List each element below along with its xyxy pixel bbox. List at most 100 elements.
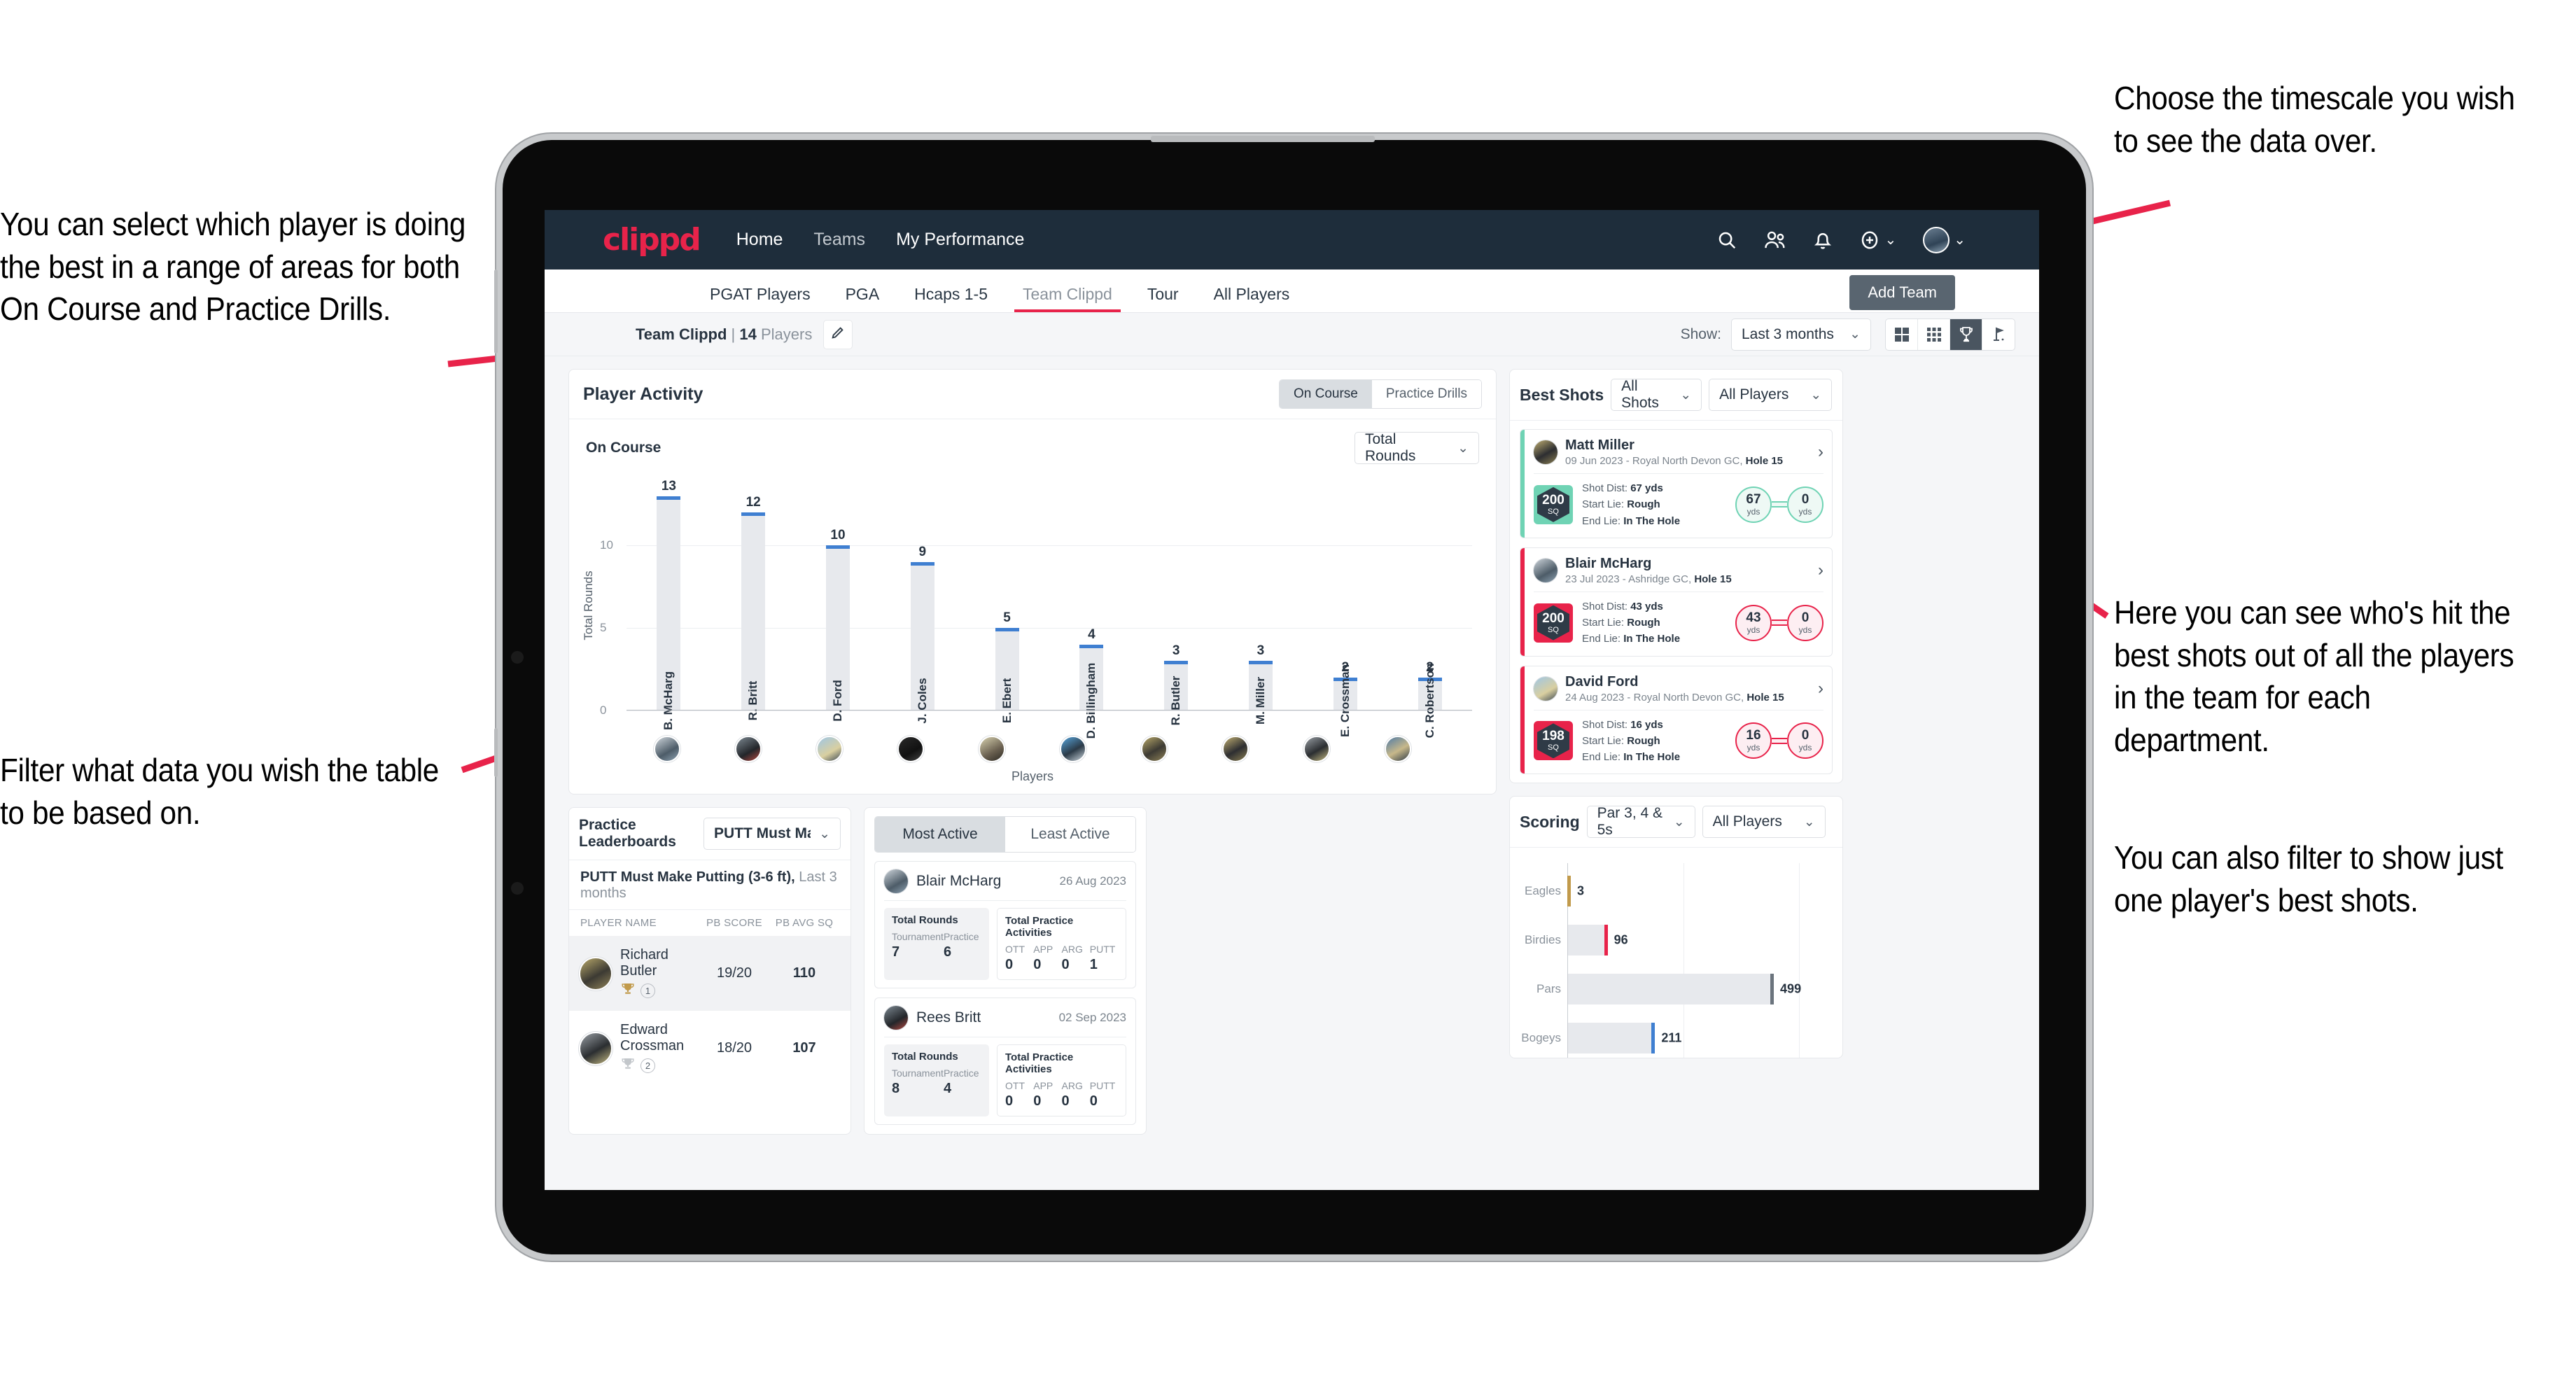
avatar[interactable]: [1141, 736, 1168, 762]
chart-bar[interactable]: 10 D. Ford: [825, 528, 850, 722]
chart-bar[interactable]: 2 C. Robertson: [1418, 660, 1442, 738]
volume-button[interactable]: [494, 270, 498, 354]
table-row[interactable]: Edward Crossman 2 18/20 107: [569, 1011, 850, 1086]
nav-link-teams[interactable]: Teams: [813, 230, 865, 250]
shot-quality-badge: 200 SQ: [1534, 484, 1573, 524]
bell-icon[interactable]: [1813, 230, 1833, 251]
people-icon[interactable]: [1764, 230, 1786, 251]
column-pb-avg-sq: PB AVG SQ: [775, 917, 834, 929]
chart-bar[interactable]: 4 D. Billingham: [1079, 627, 1104, 738]
chevron-right-icon[interactable]: ›: [1812, 442, 1823, 462]
shot-meta: 23 Jul 2023 - Ashridge GC, Hole 15: [1565, 573, 1732, 585]
avatar[interactable]: [654, 736, 680, 762]
shot-end-value: 0: [1801, 491, 1809, 507]
best-shot-card[interactable]: David Ford 24 Aug 2023 - Royal North Dev…: [1520, 665, 1833, 775]
segment-practice-drills[interactable]: Practice Drills: [1371, 380, 1481, 408]
tab-most-active[interactable]: Most Active: [875, 817, 1005, 852]
player-avatar-slot: [1357, 736, 1438, 762]
tab-pga[interactable]: PGA: [834, 285, 891, 312]
scoring-par-select[interactable]: Par 3, 4 & 5s ⌄: [1586, 805, 1695, 839]
chart-bar-value: 3: [1256, 643, 1265, 659]
best-shot-card[interactable]: Blair McHarg 23 Jul 2023 - Ashridge GC, …: [1520, 547, 1833, 657]
chart-bar[interactable]: 3 M. Miller: [1248, 643, 1273, 724]
avatar[interactable]: [1060, 736, 1086, 762]
avatar[interactable]: [979, 736, 1005, 762]
scoring-bar-tip: [1770, 974, 1774, 1005]
avatar[interactable]: [735, 736, 762, 762]
chart-bar[interactable]: 3 R. Butler: [1164, 643, 1189, 725]
search-icon[interactable]: [1716, 230, 1737, 251]
shot-date: 23 Jul 2023: [1565, 573, 1620, 585]
shot-date: 09 Jun 2023: [1565, 455, 1623, 467]
avatar: [580, 1032, 611, 1064]
avatar[interactable]: ⌄: [1923, 226, 1966, 253]
table-row[interactable]: Richard Butler 1 19/20 110: [569, 936, 850, 1011]
practice-leaderboards-card: Practice Leaderboards PUTT Must Make Put…: [568, 807, 851, 1135]
tab-least-active[interactable]: Least Active: [1005, 817, 1135, 852]
stat-value: 0: [1005, 1093, 1014, 1109]
segment-on-course[interactable]: On Course: [1280, 380, 1372, 408]
scoring-player-select[interactable]: All Players ⌄: [1702, 806, 1826, 839]
stat-key: Practice: [943, 931, 979, 942]
chevron-right-icon[interactable]: ›: [1812, 561, 1823, 580]
chart-bar-value: 5: [1003, 610, 1011, 626]
annotation-right-bottom: You can also filter to show just one pla…: [2114, 839, 2503, 918]
stat-value: 7: [892, 944, 900, 960]
shot-course: Royal North Devon GC,: [1632, 455, 1743, 467]
total-practice-title: Total Practice Activities: [1005, 1051, 1074, 1075]
metric-select[interactable]: Total Rounds ⌄: [1354, 431, 1479, 464]
avatar[interactable]: [897, 736, 924, 762]
chart-bar[interactable]: 9 J. Coles: [910, 545, 934, 724]
avatar[interactable]: [1222, 736, 1249, 762]
best-shots-type-select[interactable]: All Shots ⌄: [1611, 378, 1702, 411]
list-item[interactable]: Rees Britt 02 Sep 2023 Total Rounds Tour…: [874, 997, 1136, 1125]
clippd-logo[interactable]: clippd: [603, 222, 701, 258]
tab-hcaps-1-5[interactable]: Hcaps 1-5: [903, 285, 999, 312]
scoring-bar-row[interactable]: Birdies 96: [1525, 925, 1628, 956]
scoring-bar-row[interactable]: Eagles 3: [1525, 876, 1584, 907]
tab-tour[interactable]: Tour: [1136, 285, 1190, 312]
best-shots-player-select[interactable]: All Players ⌄: [1709, 379, 1833, 411]
leaderboard-drill-name: PUTT Must Make Putting (3-6 ft),: [580, 869, 795, 885]
chart-bar[interactable]: 5 E. Ebert: [995, 610, 1019, 723]
player-avatar-slot: [1032, 736, 1114, 762]
stat-value: 0: [1061, 957, 1070, 972]
shot-start-value: 67: [1746, 491, 1761, 507]
timescale-select[interactable]: Last 3 months ⌄: [1731, 318, 1871, 351]
best-shot-card[interactable]: Matt Miller 09 Jun 2023 - Royal North De…: [1520, 429, 1833, 538]
avatar[interactable]: [816, 736, 843, 762]
grid-3x3-icon[interactable]: [1918, 318, 1950, 350]
shot-quality-unit: SQ: [1548, 507, 1559, 516]
chart-bar-label: B. McHarg: [662, 671, 676, 731]
golf-flag-icon[interactable]: [1982, 319, 2015, 350]
trophy-icon[interactable]: [1950, 318, 1982, 350]
scoring-bar-row[interactable]: Pars 499: [1536, 974, 1801, 1005]
nav-link-home[interactable]: Home: [736, 230, 783, 250]
grid-2x2-icon[interactable]: [1886, 318, 1918, 350]
drill-select[interactable]: PUTT Must Make Putting ... ⌄: [704, 818, 841, 850]
chevron-down-icon: ⌄: [1810, 387, 1822, 402]
edit-team-button[interactable]: [823, 319, 853, 349]
list-item[interactable]: Blair McHarg 26 Aug 2023 Total Rounds To…: [874, 861, 1136, 988]
chart-bar-label: D. Ford: [830, 680, 844, 722]
chevron-right-icon[interactable]: ›: [1812, 679, 1823, 699]
tab-all-players[interactable]: All Players: [1203, 285, 1301, 312]
chart-bar[interactable]: 2 E. Crossman: [1333, 660, 1357, 737]
nav-link-my-performance[interactable]: My Performance: [896, 230, 1024, 250]
scoring-bar-row[interactable]: Bogeys 211: [1521, 1023, 1681, 1054]
shot-quality-value: 200: [1542, 610, 1564, 626]
cell-pb-score: 19/20: [716, 965, 752, 981]
chart-bar[interactable]: 13 B. McHarg: [657, 479, 681, 730]
avatar: [1534, 440, 1558, 464]
avatar[interactable]: [1303, 736, 1330, 762]
annotation-left-top: You can select which player is doing the…: [0, 206, 466, 328]
tab-team-clippd[interactable]: Team Clippd: [1011, 285, 1124, 312]
shot-meta: 09 Jun 2023 - Royal North Devon GC, Hole…: [1565, 455, 1784, 467]
avatar[interactable]: [1385, 736, 1411, 762]
team-name: Team Clippd: [636, 325, 727, 343]
tab-pgat-players[interactable]: PGAT Players: [699, 285, 822, 312]
plus-circle-icon[interactable]: ⌄: [1859, 230, 1896, 251]
chart-bar[interactable]: 12 R. Britt: [741, 495, 766, 720]
scoring-value: 211: [1661, 1030, 1682, 1045]
power-button[interactable]: [494, 728, 498, 777]
